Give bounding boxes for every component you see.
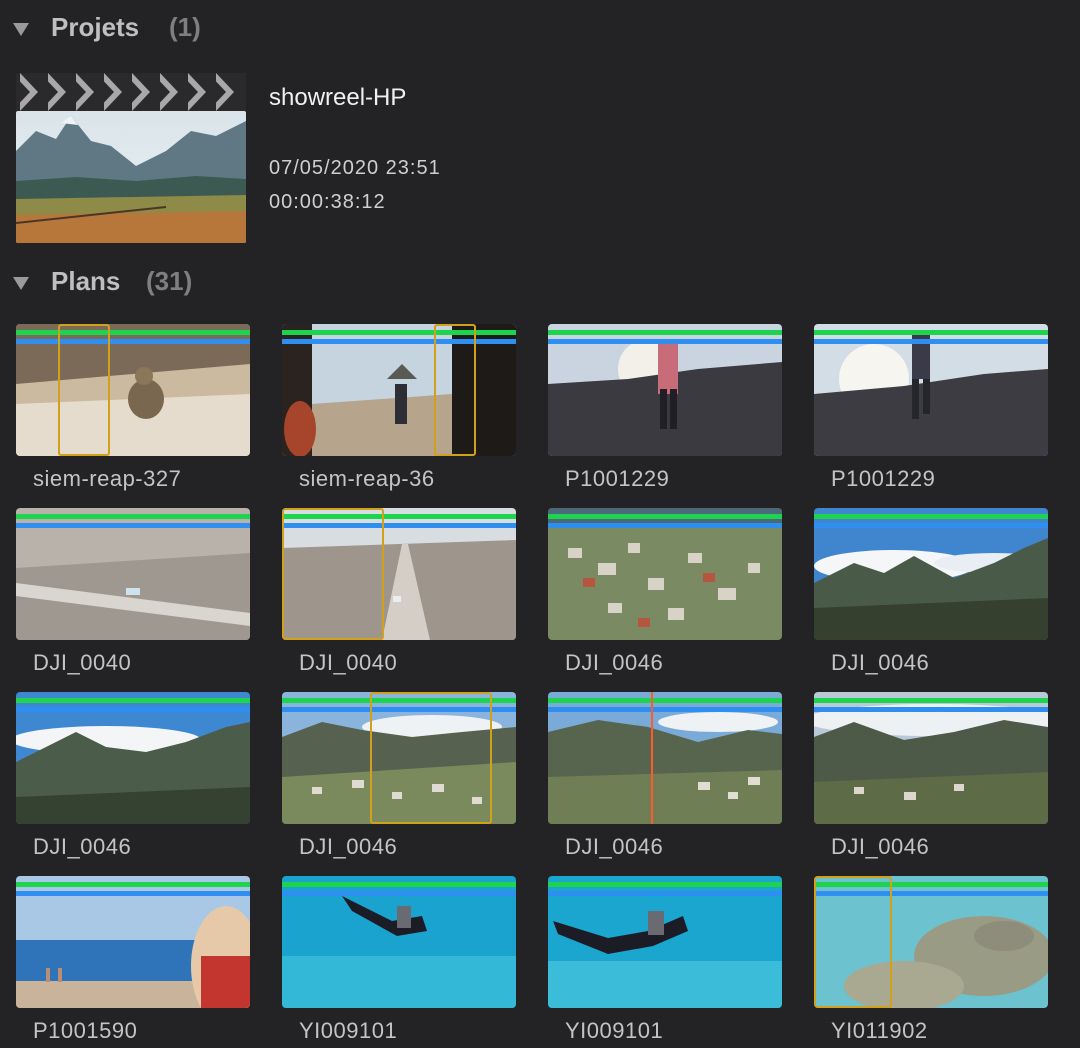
keyword-range-bar	[814, 707, 1048, 712]
clip-name: DJI_0046	[831, 650, 930, 675]
clips-section-header[interactable]: Plans (31)	[0, 262, 260, 302]
keyword-range-bar	[548, 523, 782, 528]
clip-thumbnail[interactable]	[814, 692, 1048, 824]
clip-thumbnail[interactable]	[814, 508, 1048, 640]
favorite-range-bar	[814, 330, 1048, 335]
clip-thumbnail[interactable]	[16, 324, 250, 456]
clip-thumbnail[interactable]	[16, 508, 250, 640]
keyword-range-bar	[814, 339, 1048, 344]
favorite-range-bar	[16, 330, 250, 335]
section-title: Plans	[51, 266, 121, 296]
clip-name: siem-reap-327	[33, 466, 182, 491]
favorite-range-bar	[16, 514, 250, 519]
favorite-range-bar	[282, 330, 516, 335]
project-date: 07/05/2020 23:51	[269, 157, 441, 179]
project-thumbnail	[16, 111, 246, 243]
clip-name: siem-reap-36	[299, 466, 435, 491]
favorite-range-bar	[814, 698, 1048, 703]
clip-name: YI009101	[565, 1018, 664, 1043]
favorite-range-bar	[548, 330, 782, 335]
clip-name: DJI_0046	[565, 650, 664, 675]
keyword-range-bar	[548, 891, 782, 896]
project-duration: 00:00:38:12	[269, 191, 386, 213]
selection-range[interactable]	[434, 324, 476, 456]
selection-range[interactable]	[58, 324, 110, 456]
clip-name: DJI_0046	[33, 834, 132, 859]
clip-thumbnail[interactable]	[548, 876, 782, 1008]
clip-thumbnail[interactable]	[282, 324, 516, 456]
section-count: (1)	[169, 12, 201, 42]
keyword-range-bar	[16, 707, 250, 712]
keyword-range-bar	[814, 523, 1048, 528]
clip-name: YI009101	[299, 1018, 398, 1043]
clip-name: DJI_0046	[299, 834, 398, 859]
clip-name: P1001229	[831, 466, 936, 491]
disclosure-triangle-icon[interactable]	[13, 277, 29, 290]
clip-name: YI011902	[831, 1018, 928, 1043]
clip-name: P1001229	[565, 466, 670, 491]
clip-thumbnail[interactable]	[16, 876, 250, 1008]
clip-thumbnail[interactable]	[282, 508, 516, 640]
keyword-range-bar	[548, 339, 782, 344]
clip-thumbnail[interactable]	[282, 692, 516, 824]
project-item[interactable]	[16, 73, 246, 243]
section-count: (31)	[146, 266, 193, 296]
clip-name: DJI_0040	[33, 650, 132, 675]
selection-range[interactable]	[282, 508, 384, 640]
clip-thumbnail[interactable]	[548, 692, 782, 824]
favorite-range-bar	[16, 882, 250, 887]
disclosure-triangle-icon[interactable]	[13, 23, 29, 36]
favorite-range-bar	[814, 514, 1048, 519]
favorite-range-bar	[548, 514, 782, 519]
clip-thumbnail[interactable]	[548, 324, 782, 456]
keyword-range-bar	[16, 523, 250, 528]
favorite-range-bar	[282, 882, 516, 887]
selection-range[interactable]	[370, 692, 492, 824]
clip-thumbnail[interactable]	[814, 324, 1048, 456]
projects-section-header[interactable]: Projets (1)	[0, 8, 260, 48]
clapperboard-icon	[16, 73, 246, 111]
clip-name: P1001590	[33, 1018, 138, 1043]
favorite-range-bar	[548, 698, 782, 703]
clip-name: DJI_0046	[831, 834, 930, 859]
section-title: Projets	[51, 12, 140, 42]
selection-range[interactable]	[814, 876, 892, 1008]
clip-thumbnail[interactable]	[548, 508, 782, 640]
clip-name: DJI_0046	[565, 834, 664, 859]
keyword-range-bar	[548, 707, 782, 712]
keyword-range-bar	[282, 339, 516, 344]
favorite-range-bar	[548, 882, 782, 887]
keyword-range-bar	[16, 891, 250, 896]
playhead[interactable]	[651, 692, 653, 824]
clip-name: DJI_0040	[299, 650, 398, 675]
clip-thumbnail[interactable]	[282, 876, 516, 1008]
clip-thumbnail[interactable]	[814, 876, 1048, 1008]
keyword-range-bar	[282, 891, 516, 896]
clip-thumbnail[interactable]	[16, 692, 250, 824]
favorite-range-bar	[16, 698, 250, 703]
keyword-range-bar	[16, 339, 250, 344]
project-name: showreel-HP	[269, 84, 407, 111]
